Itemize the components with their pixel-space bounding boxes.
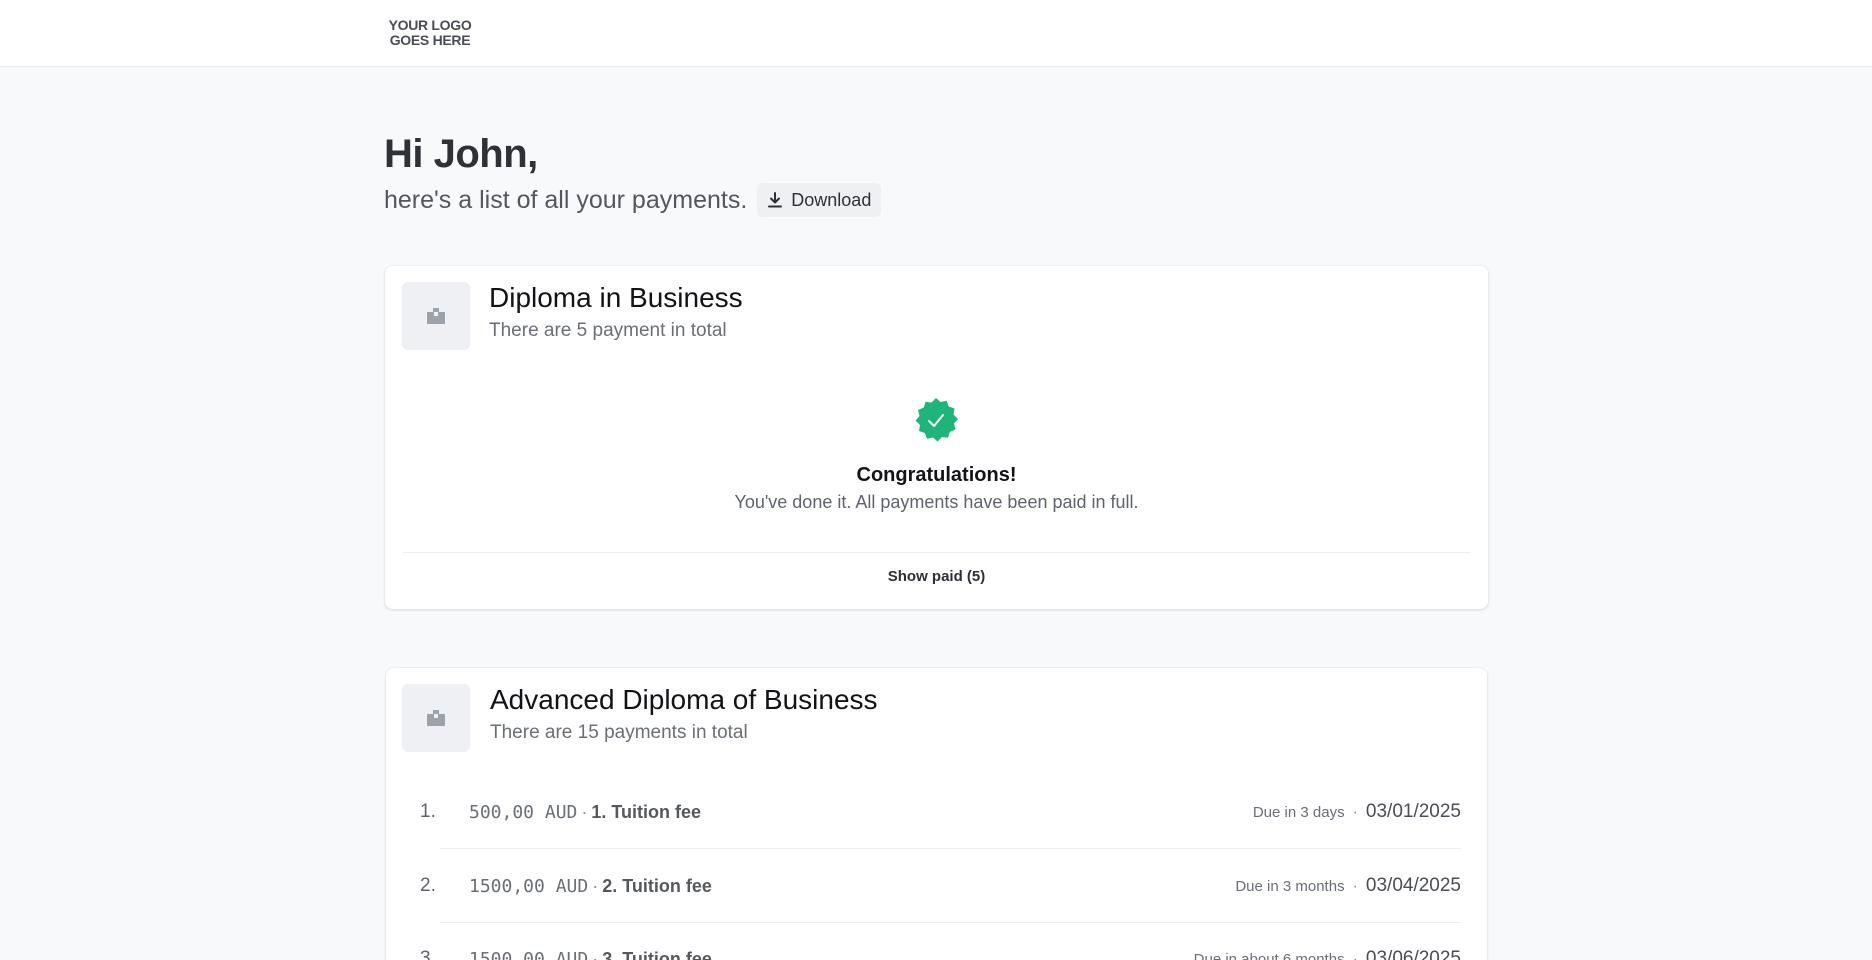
course-subtitle: There are 5 payment in total — [489, 320, 727, 341]
show-paid-button[interactable]: Show paid (5) — [385, 568, 1488, 585]
payment-name: 3. Tuition fee — [602, 949, 712, 960]
payment-index: 3. — [420, 948, 436, 960]
separator-dot: · — [581, 802, 588, 822]
separator-dot: · — [592, 876, 599, 896]
payment-due-group: Due in 3 days · 03/01/2025 — [1253, 775, 1461, 850]
course-card-diploma: Diploma in Business There are 5 payment … — [385, 266, 1488, 609]
payment-due-group: Due in 3 months · 03/04/2025 — [1235, 849, 1461, 924]
logo-line-1: YOUR LOGO — [388, 17, 472, 33]
congrats-message: You've done it. All payments have been p… — [734, 492, 1139, 512]
payment-index: 1. — [420, 801, 436, 822]
download-label: Download — [791, 189, 872, 210]
payment-row[interactable]: 3. 1500,00 AUD · 3. Tuition fee Due in abo… — [386, 922, 1487, 960]
subtitle-row: here's a list of all your payments. Down… — [384, 183, 882, 217]
page-subtitle: here's a list of all your payments. — [384, 185, 748, 214]
course-title: Advanced Diploma of Business — [490, 684, 878, 715]
logo[interactable]: YOUR LOGO GOES HERE — [386, 18, 474, 48]
payment-due: Due in 3 months — [1235, 878, 1345, 895]
payment-date: 03/01/2025 — [1365, 801, 1461, 822]
check-badge-icon — [912, 397, 960, 445]
payment-amount-group: 1500,00 AUD · 2. Tuition fee — [469, 849, 712, 924]
separator-dot: · — [1352, 804, 1358, 821]
top-bar: YOUR LOGO GOES HERE — [0, 0, 1872, 67]
package-icon — [402, 282, 470, 350]
separator-dot: · — [1352, 878, 1358, 895]
logo-line-2: GOES HERE — [389, 32, 471, 48]
course-card-advanced-diploma: Advanced Diploma of Business There are 1… — [386, 668, 1487, 960]
payment-due: Due in about 6 months — [1193, 951, 1345, 960]
download-icon — [767, 191, 783, 209]
payment-date: 03/04/2025 — [1365, 875, 1461, 896]
payment-due-group: Due in about 6 months · 03/06/2025 — [1194, 922, 1461, 960]
payment-amount: 1500,00 AUD — [469, 949, 589, 960]
separator-dot: · — [1352, 951, 1358, 960]
package-icon — [402, 684, 470, 752]
payment-name: 2. Tuition fee — [602, 876, 712, 896]
separator-dot: · — [592, 949, 599, 960]
greeting-title: Hi John, — [384, 132, 538, 176]
course-subtitle: There are 15 payments in total — [490, 722, 748, 743]
payment-amount-group: 500,00 AUD · 1. Tuition fee — [469, 775, 701, 850]
payment-amount: 1500,00 AUD — [469, 876, 589, 897]
congrats-title: Congratulations! — [856, 464, 1017, 486]
payment-amount-group: 1500,00 AUD · 3. Tuition fee — [469, 922, 712, 960]
divider — [403, 552, 1470, 553]
payment-date: 03/06/2025 — [1365, 948, 1461, 960]
payment-row[interactable]: 2. 1500,00 AUD · 2. Tuition fee Due in 3 m… — [386, 849, 1487, 923]
payment-index: 2. — [420, 875, 436, 896]
payment-name: 1. Tuition fee — [591, 802, 702, 822]
payment-row[interactable]: 1. 500,00 AUD · 1. Tuition fee Due in 3 da… — [386, 775, 1487, 849]
course-title: Diploma in Business — [489, 282, 743, 313]
payment-due: Due in 3 days — [1252, 804, 1345, 821]
download-button[interactable]: Download — [757, 183, 882, 217]
payment-amount: 500,00 AUD — [469, 802, 578, 823]
